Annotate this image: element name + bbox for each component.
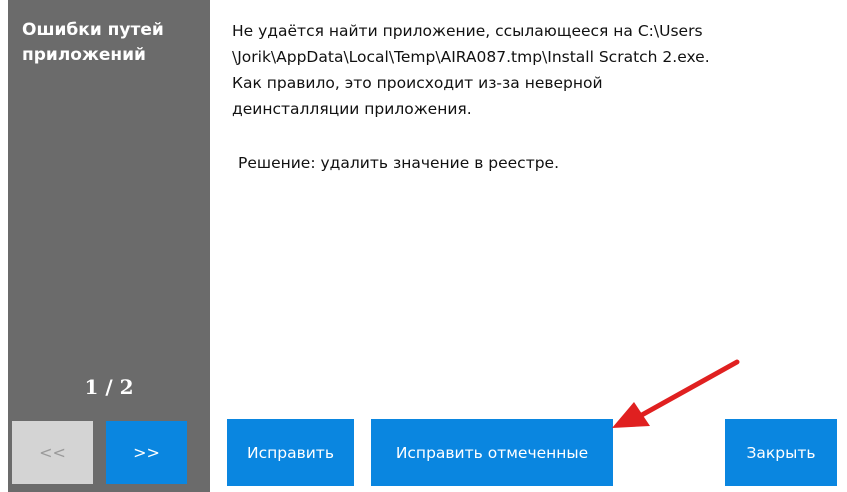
red-arrow-icon [612,359,740,428]
solution-text: Решение: удалить значение в реестре. [238,154,560,172]
error-message: Не удаётся найти приложение, ссылающееся… [232,18,838,122]
fix-button[interactable]: Исправить [227,419,354,486]
fix-marked-button[interactable]: Исправить отмеченные [371,419,613,486]
sidebar-title: Ошибки путей приложений [22,18,202,68]
error-dialog: Ошибки путей приложений 1 / 2 << >> Не у… [0,0,847,492]
page-counter: 1 / 2 [84,375,134,399]
message-line-4: деинсталляции приложения. [232,100,472,118]
previous-page-button[interactable]: << [12,421,93,484]
message-line-3: Как правило, это происходит из-за неверн… [232,74,603,92]
sidebar-title-line2: приложений [22,45,146,65]
message-line-1: Не удаётся найти приложение, ссылающееся… [232,22,703,40]
next-page-button[interactable]: >> [106,421,187,484]
sidebar-title-line1: Ошибки путей [22,20,164,40]
sidebar: Ошибки путей приложений 1 / 2 [8,0,210,492]
message-line-2: \Jorik\AppData\Local\Temp\AIRA087.tmp\In… [232,48,710,66]
